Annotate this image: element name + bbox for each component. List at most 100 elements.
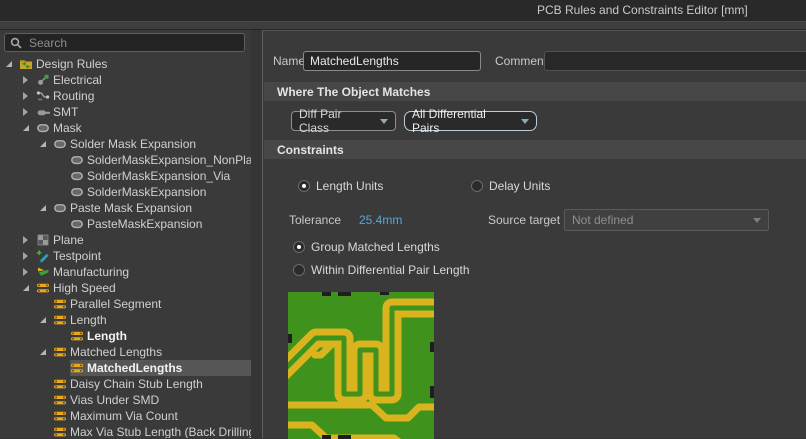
scope-value-select[interactable]: All Differential Pairs: [404, 111, 537, 131]
highspeed-icon: [53, 313, 67, 327]
tree-item-label: SolderMaskExpansion_NonPla: [87, 153, 251, 167]
highspeed-icon: [53, 409, 67, 423]
tree-item-vias-under-smd[interactable]: Vias Under SMD: [0, 392, 251, 408]
collapse-arrow-icon[interactable]: [40, 141, 53, 147]
highspeed-icon: [53, 377, 67, 391]
scope-kind-value: Diff Pair Class: [299, 107, 374, 135]
collapse-arrow-icon[interactable]: [40, 205, 53, 211]
tree-item-label: SMT: [53, 105, 78, 119]
tree-item-mask[interactable]: Mask: [0, 120, 251, 136]
radio-group-matched-lengths[interactable]: Group Matched Lengths: [293, 240, 440, 254]
window-titlebar: PCB Rules and Constraints Editor [mm]: [0, 0, 806, 21]
section-header-constraints: Constraints: [264, 140, 806, 159]
rule-comment-input[interactable]: [544, 51, 806, 71]
tree-item-soldermaskexpansion-via[interactable]: SolderMaskExpansion_Via: [0, 168, 251, 184]
highspeed-icon: [70, 329, 84, 343]
tree-item-matchedlengths[interactable]: MatchedLengths: [0, 360, 251, 376]
expand-arrow-icon[interactable]: [23, 252, 36, 260]
tree-item-label: SolderMaskExpansion: [87, 185, 206, 199]
radio-within-diff-pair-length[interactable]: Within Differential Pair Length: [293, 263, 470, 277]
tree-item-label: Design Rules: [36, 57, 107, 71]
collapse-arrow-icon[interactable]: [6, 61, 19, 67]
expand-arrow-icon[interactable]: [23, 236, 36, 244]
tree-item-label: Mask: [53, 121, 82, 135]
search-box[interactable]: [4, 33, 245, 52]
scope-kind-select[interactable]: Diff Pair Class: [291, 111, 396, 131]
tree-item-solder-mask-expansion[interactable]: Solder Mask Expansion: [0, 136, 251, 152]
tree-item-smt[interactable]: SMT: [0, 104, 251, 120]
tree-item-label: Testpoint: [53, 249, 101, 263]
tree-item-max-via-stub-length-back-drilling[interactable]: Max Via Stub Length (Back Drilling: [0, 424, 251, 438]
tree-item-parallel-segment[interactable]: Parallel Segment: [0, 296, 251, 312]
tree-item-electrical[interactable]: Electrical: [0, 72, 251, 88]
pcb-preview-image: [288, 292, 434, 439]
tree-item-label: Plane: [53, 233, 84, 247]
mask-icon: [53, 137, 67, 151]
manufacturing-icon: [36, 265, 50, 279]
collapse-arrow-icon[interactable]: [23, 125, 36, 131]
expand-arrow-icon[interactable]: [23, 268, 36, 276]
tree-item-testpoint[interactable]: Testpoint: [0, 248, 251, 264]
tree-item-matched-lengths[interactable]: Matched Lengths: [0, 344, 251, 360]
highspeed-icon: [53, 345, 67, 359]
rule-editor-panel: Name Comment Where The Object Matches Di…: [262, 30, 806, 438]
collapse-arrow-icon[interactable]: [40, 349, 53, 355]
mask-icon: [70, 217, 84, 231]
testpoint-icon: [36, 249, 50, 263]
collapse-arrow-icon[interactable]: [40, 317, 53, 323]
radio-delay-units[interactable]: Delay Units: [471, 179, 550, 193]
expand-arrow-icon[interactable]: [23, 76, 36, 84]
tree-item-label: SolderMaskExpansion_Via: [87, 169, 230, 183]
rules-tree: Design Rules Electrical Routing SMT Mask Sold…: [0, 56, 251, 438]
tree-item-high-speed[interactable]: High Speed: [0, 280, 251, 296]
tree-item-length[interactable]: Length: [0, 328, 251, 344]
mask-icon: [70, 169, 84, 183]
tree-item-label: Solder Mask Expansion: [70, 137, 196, 151]
tree-item-label: MatchedLengths: [87, 361, 182, 375]
rules-tree-panel: Design Rules Electrical Routing SMT Mask Sold…: [0, 30, 251, 438]
radio-dot: [471, 180, 483, 192]
tree-item-label: Matched Lengths: [70, 345, 162, 359]
tree-item-label: Vias Under SMD: [70, 393, 159, 407]
tree-item-maximum-via-count[interactable]: Maximum Via Count: [0, 408, 251, 424]
tree-item-label: Parallel Segment: [70, 297, 161, 311]
comment-label: Comment: [495, 54, 547, 69]
tree-item-pastemaskexpansion[interactable]: PasteMaskExpansion: [0, 216, 251, 232]
highspeed-icon: [53, 297, 67, 311]
tree-item-label: Daisy Chain Stub Length: [70, 377, 203, 391]
highspeed-icon: [53, 425, 67, 438]
source-target-label: Source target: [488, 213, 560, 228]
tree-item-label: Length: [70, 313, 107, 327]
mask-icon: [70, 153, 84, 167]
tree-item-label: Maximum Via Count: [70, 409, 178, 423]
radio-dot: [298, 180, 310, 192]
electrical-icon: [36, 73, 50, 87]
radio-dot: [293, 241, 305, 253]
tree-item-label: High Speed: [53, 281, 116, 295]
tree-item-daisy-chain-stub-length[interactable]: Daisy Chain Stub Length: [0, 376, 251, 392]
tree-item-label: Max Via Stub Length (Back Drilling: [70, 425, 251, 438]
mask-icon: [36, 121, 50, 135]
tree-item-soldermaskexpansion[interactable]: SolderMaskExpansion: [0, 184, 251, 200]
search-icon: [10, 37, 22, 49]
radio-length-units[interactable]: Length Units: [298, 179, 383, 193]
tree-item-design-rules[interactable]: Design Rules: [0, 56, 251, 72]
tree-item-soldermaskexpansion-nonpla[interactable]: SolderMaskExpansion_NonPla: [0, 152, 251, 168]
collapse-arrow-icon[interactable]: [23, 285, 36, 291]
search-input[interactable]: [27, 35, 239, 51]
tree-item-label: Electrical: [53, 73, 102, 87]
tree-item-manufacturing[interactable]: Manufacturing: [0, 264, 251, 280]
tolerance-label: Tolerance: [289, 213, 341, 228]
tolerance-value[interactable]: 25.4mm: [359, 213, 402, 227]
tree-item-label: Length: [87, 329, 127, 343]
tree-item-paste-mask-expansion[interactable]: Paste Mask Expansion: [0, 200, 251, 216]
tree-item-plane[interactable]: Plane: [0, 232, 251, 248]
tree-item-length[interactable]: Length: [0, 312, 251, 328]
expand-arrow-icon[interactable]: [23, 92, 36, 100]
rule-name-input[interactable]: [303, 51, 481, 71]
expand-arrow-icon[interactable]: [23, 108, 36, 116]
tree-item-routing[interactable]: Routing: [0, 88, 251, 104]
section-header-where: Where The Object Matches: [264, 82, 806, 101]
tree-item-label: Routing: [53, 89, 94, 103]
mask-icon: [70, 185, 84, 199]
